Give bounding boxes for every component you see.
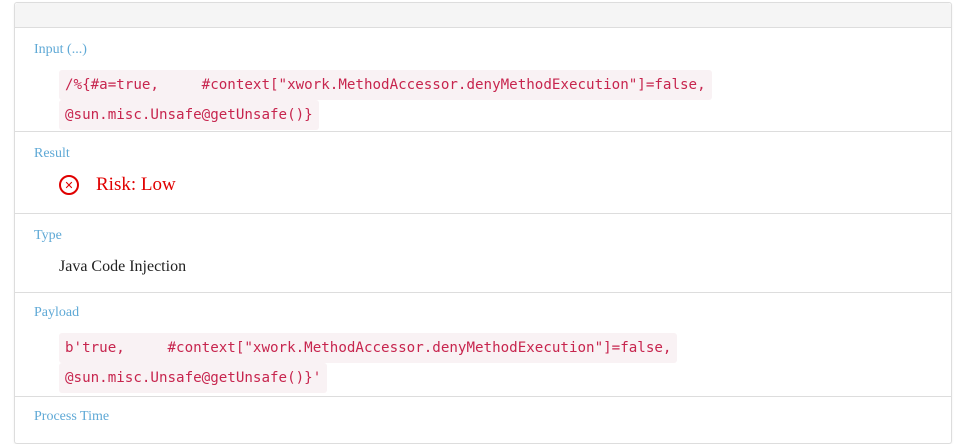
payload-label: Payload [34,305,80,320]
error-circle-icon: ✕ [59,175,79,195]
process-time-label: Process Time [34,409,110,424]
process-time-section: Process Time [15,397,951,437]
result-label: Result [34,146,70,161]
input-code-line-2: @sun.misc.Unsafe@getUnsafe()} [59,100,319,130]
type-value: Java Code Injection [59,258,187,275]
result-section: Result ✕ Risk: Low [15,132,951,214]
payload-code-line-1: b'true, #context["xwork.MethodAccessor.d… [59,333,678,363]
payload-code-line-2: @sun.misc.Unsafe@getUnsafe()}' [59,363,328,393]
type-label: Type [34,228,62,243]
type-section: Type Java Code Injection [15,214,951,293]
result-panel: Input (...) /%{#a=true, #context["xwork.… [14,2,952,444]
panel-header [15,3,951,28]
result-row: ✕ Risk: Low [59,174,176,196]
input-code-block: /%{#a=true, #context["xwork.MethodAccess… [59,70,712,130]
payload-code-block: b'true, #context["xwork.MethodAccessor.d… [59,333,678,393]
input-code-line-1: /%{#a=true, #context["xwork.MethodAccess… [59,70,712,100]
payload-section: Payload b'true, #context["xwork.MethodAc… [15,293,951,397]
risk-value: Risk: Low [96,174,176,195]
input-label[interactable]: Input (...) [34,42,87,58]
input-section: Input (...) /%{#a=true, #context["xwork.… [15,28,951,132]
